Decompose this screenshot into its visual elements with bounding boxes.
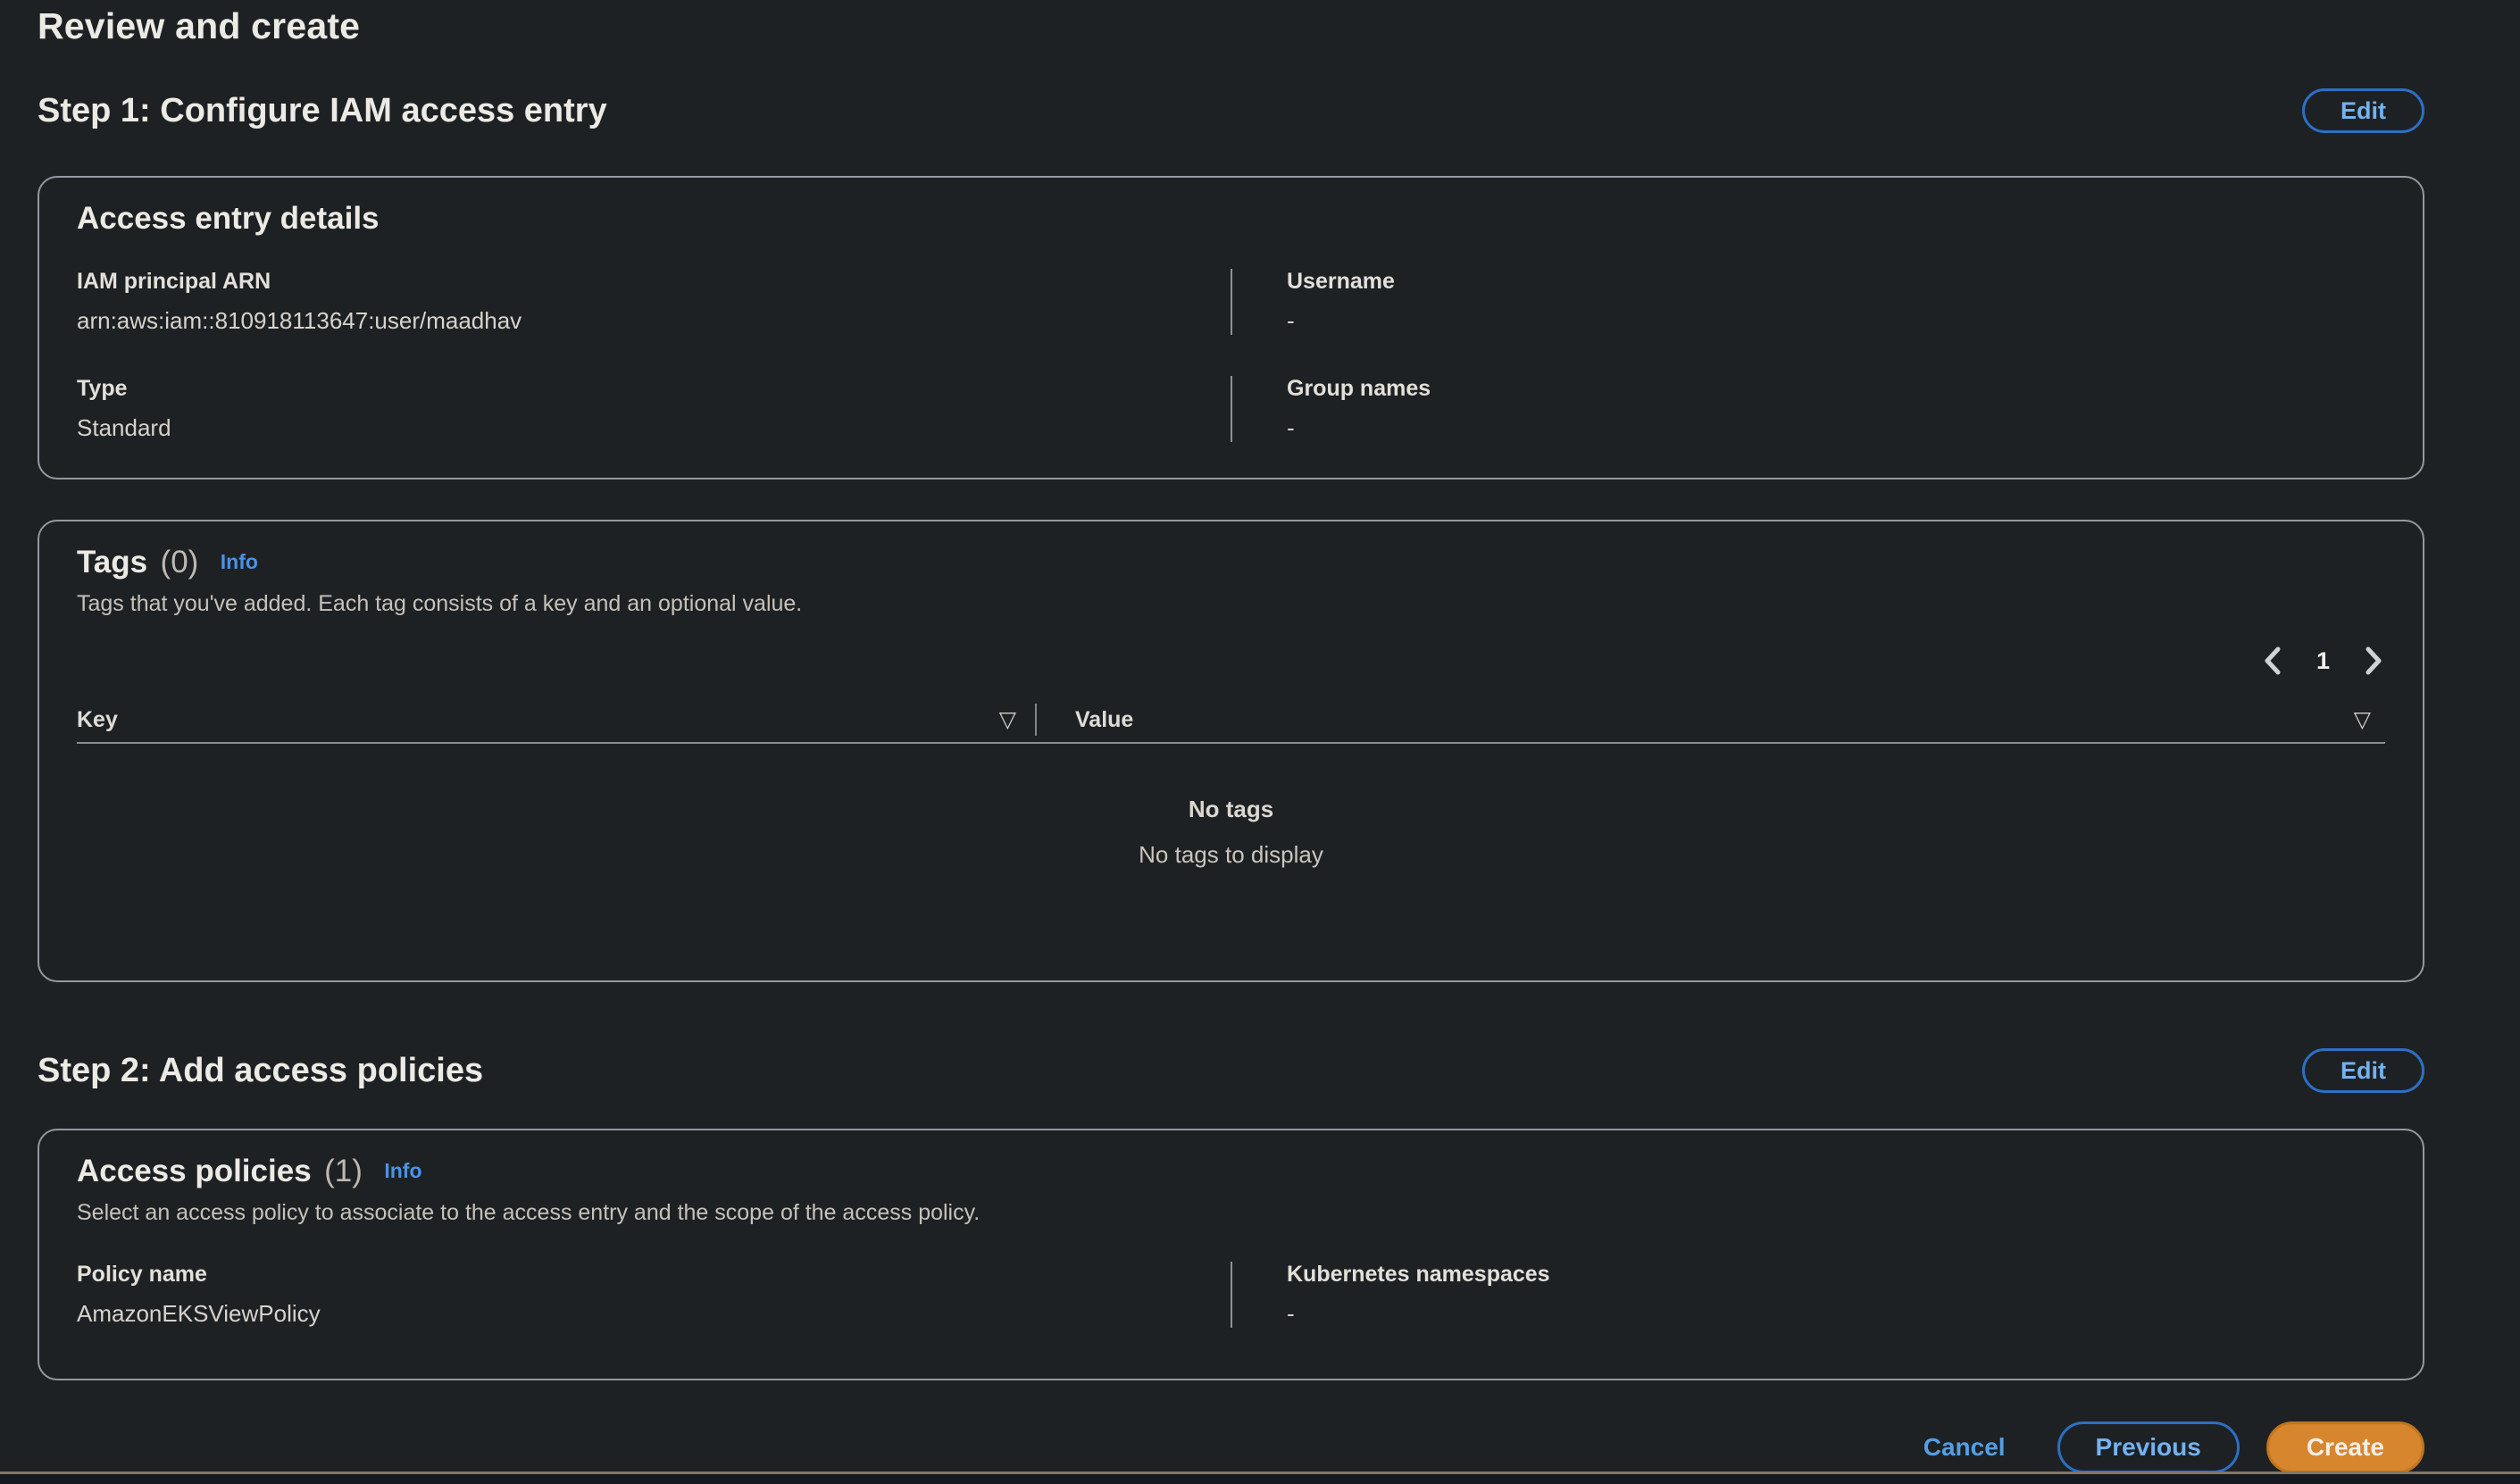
pagination-previous-button[interactable] [2261,645,2282,677]
page-title: Review and create [38,5,2424,47]
step1-section-header: Step 1: Configure IAM access entry Edit [38,88,2424,133]
access-entry-details-fields: IAM principal ARN arn:aws:iam::810918113… [77,269,2385,442]
tags-table-header: Key ▽ Value ▽ [77,697,2385,744]
field-value: Standard [77,414,1231,442]
field-policy-name: Policy name AmazonEKSViewPolicy [77,1262,1231,1328]
column-header-value[interactable]: Value ▽ [1037,707,2385,733]
field-type: Type Standard [77,376,1231,442]
chevron-right-icon [2364,645,2385,677]
field-label: Kubernetes namespaces [1287,1262,2385,1288]
tags-heading-row: Tags (0) Info [77,545,2385,580]
field-value: - [1287,1300,2385,1328]
column-label-value: Value [1075,707,1133,733]
viewport-bottom-edge [0,1471,2520,1484]
tags-empty-state: No tags No tags to display [77,796,2385,869]
empty-state-message: No tags to display [77,841,2385,869]
access-policies-heading: Access policies [77,1154,312,1188]
step2-heading: Step 2: Add access policies [38,1052,483,1090]
column-label-key: Key [77,707,118,733]
field-label: IAM principal ARN [77,269,1231,295]
access-policies-description: Select an access policy to associate to … [77,1200,2385,1226]
tags-heading: Tags [77,545,147,579]
access-policies-info-link[interactable]: Info [384,1159,421,1182]
access-entry-details-card: Access entry details IAM principal ARN a… [38,176,2424,479]
field-label: Policy name [77,1262,1231,1288]
pagination-page-1[interactable]: 1 [2316,647,2330,675]
step2-edit-button[interactable]: Edit [2302,1048,2424,1093]
cancel-button[interactable]: Cancel [1923,1433,2006,1462]
sort-down-icon[interactable]: ▽ [999,709,1016,731]
chevron-left-icon [2261,645,2282,677]
create-button[interactable]: Create [2266,1421,2424,1473]
access-policies-count: (1) [324,1154,363,1188]
step1-heading: Step 1: Configure IAM access entry [38,92,607,130]
field-value: - [1287,307,2385,335]
field-value: arn:aws:iam::810918113647:user/maadhav [77,307,1231,335]
field-value: AmazonEKSViewPolicy [77,1300,1231,1328]
pagination-next-button[interactable] [2364,645,2385,677]
tags-pagination: 1 [77,642,2385,679]
sort-down-icon[interactable]: ▽ [2354,709,2371,731]
field-group-names: Group names - [1231,376,2385,442]
field-iam-principal-arn: IAM principal ARN arn:aws:iam::810918113… [77,269,1231,335]
tags-info-link[interactable]: Info [221,550,258,573]
access-policies-card: Access policies (1) Info Select an acces… [38,1129,2424,1380]
field-label: Username [1287,269,2385,295]
access-policies-heading-row: Access policies (1) Info [77,1154,2385,1189]
access-policies-fields: Policy name AmazonEKSViewPolicy Kubernet… [77,1262,2385,1328]
field-kubernetes-namespaces: Kubernetes namespaces - [1231,1262,2385,1328]
tags-count: (0) [161,545,199,579]
wizard-footer-actions: Cancel Previous Create [38,1421,2424,1473]
tags-card: Tags (0) Info Tags that you've added. Ea… [38,520,2424,982]
step1-edit-button[interactable]: Edit [2302,88,2424,133]
tags-description: Tags that you've added. Each tag consist… [77,591,2385,617]
empty-state-title: No tags [77,796,2385,823]
column-header-key[interactable]: Key ▽ [77,707,1035,733]
review-and-create-page: Review and create Step 1: Configure IAM … [0,0,2520,1471]
field-label: Type [77,376,1231,402]
field-label: Group names [1287,376,2385,402]
step2-section-header: Step 2: Add access policies Edit [38,1048,2424,1093]
access-entry-details-heading: Access entry details [77,201,380,236]
field-username: Username - [1231,269,2385,335]
previous-button[interactable]: Previous [2057,1421,2240,1473]
field-value: - [1287,414,2385,442]
